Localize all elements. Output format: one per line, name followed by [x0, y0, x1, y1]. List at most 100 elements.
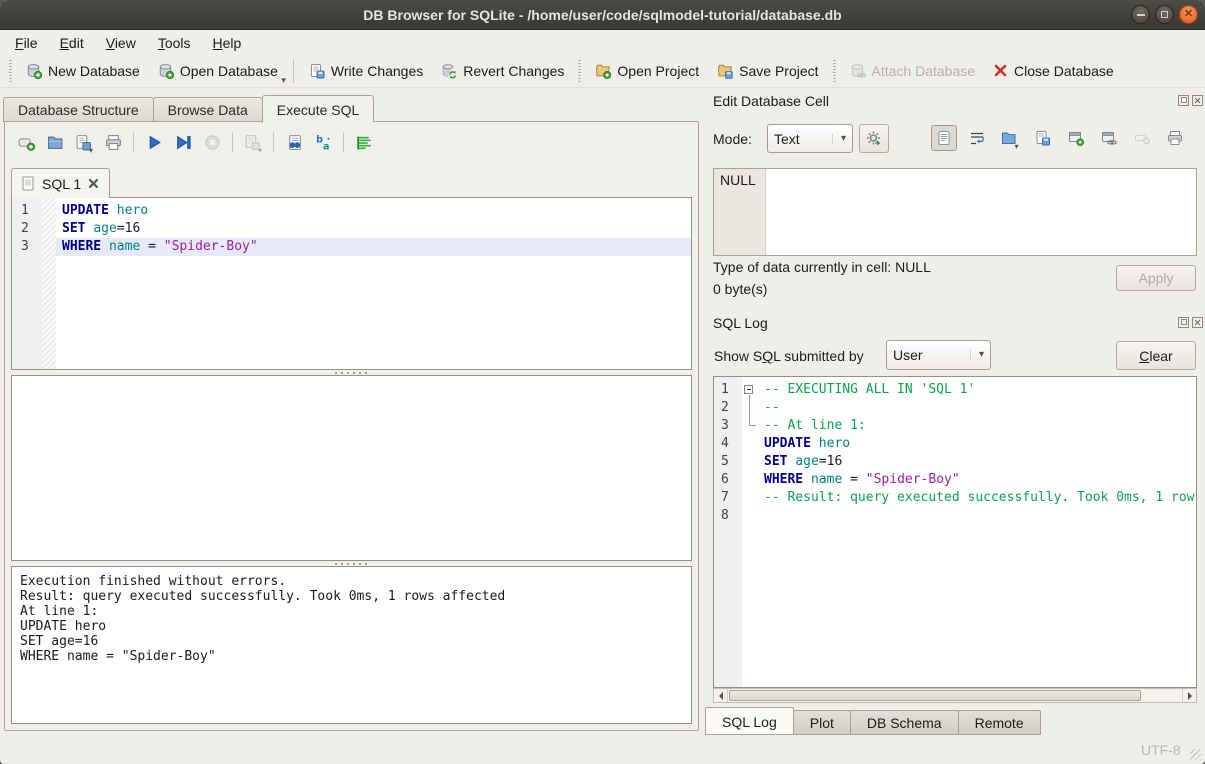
sql-log-dock-title: SQL Log [713, 315, 768, 331]
sql-editor[interactable]: 1UPDATE hero2SET age=163WHERE name = "Sp… [11, 197, 692, 370]
set-null-icon [1134, 130, 1150, 146]
revert-changes-button[interactable]: Revert Changes [432, 58, 573, 84]
chevron-down-icon: ▾ [832, 134, 846, 144]
open-database-label: Open Database [180, 63, 278, 79]
toolbar-handle[interactable] [9, 60, 12, 82]
export-icon [1035, 130, 1051, 146]
save-project-icon [717, 63, 733, 79]
find-icon [286, 134, 303, 151]
link-icon [1101, 130, 1117, 146]
auto-mode-button[interactable] [859, 124, 889, 153]
new-database-button[interactable]: New Database [17, 58, 149, 84]
new-database-icon [26, 63, 42, 79]
menu-file[interactable]: File [4, 33, 49, 53]
scroll-left-arrow-icon[interactable] [714, 689, 728, 702]
edit-cell-dock-title: Edit Database Cell [713, 93, 829, 109]
write-changes-button[interactable]: Write Changes [300, 58, 432, 84]
minimize-button[interactable] [1131, 5, 1150, 24]
sql-log-view[interactable]: 1-- EXECUTING ALL IN 'SQL 1'2--3-- At li… [713, 376, 1197, 688]
tab-plot[interactable]: Plot [793, 710, 851, 735]
print-sql-button[interactable] [100, 129, 126, 155]
execute-line-button[interactable] [170, 129, 196, 155]
find-button[interactable] [281, 129, 307, 155]
close-icon: ✕ [1184, 9, 1193, 20]
format-sql-button[interactable] [351, 129, 377, 155]
scroll-right-arrow-icon[interactable] [1182, 689, 1196, 702]
toolbar-separator [232, 132, 233, 152]
stop-icon [204, 134, 221, 151]
editor-code[interactable]: 1UPDATE hero2SET age=163WHERE name = "Sp… [12, 198, 691, 256]
word-wrap-button[interactable] [964, 125, 990, 151]
open-database-button[interactable]: Open Database ▾ [149, 58, 287, 84]
close-database-icon [993, 63, 1008, 78]
save-project-button[interactable]: Save Project [708, 58, 827, 84]
apply-button: Apply [1116, 265, 1196, 291]
format-sql-icon [356, 134, 373, 151]
cell-value-editor[interactable]: NULL [713, 168, 1197, 256]
scrollbar-thumb[interactable] [729, 690, 1141, 701]
save-sql-file-button[interactable]: ▾ [71, 129, 97, 155]
gear-icon [866, 130, 883, 147]
sql-1-tab[interactable]: SQL 1 [11, 168, 110, 198]
attach-database-label: Attach Database [872, 63, 976, 79]
tab-remote[interactable]: Remote [958, 710, 1041, 735]
mode-select[interactable]: Text ▾ [767, 124, 853, 153]
sql-1-tab-label: SQL 1 [42, 176, 81, 192]
log-filter-label: Show SQL submitted by [714, 348, 864, 364]
open-in-window-icon [1068, 130, 1084, 146]
maximize-icon [1161, 11, 1168, 18]
toolbar-handle[interactable] [578, 60, 581, 82]
encoding-status: UTF-8 [1141, 742, 1181, 758]
clear-log-button[interactable]: Clear [1116, 341, 1196, 370]
tab-db-schema[interactable]: DB Schema [850, 710, 959, 735]
open-database-menu-caret[interactable]: ▾ [281, 75, 286, 86]
find-replace-button[interactable]: ba [310, 129, 336, 155]
save-file-menu-caret[interactable]: ▾ [89, 146, 93, 155]
log-filter-select[interactable]: User ▾ [886, 340, 991, 370]
results-grid[interactable] [11, 375, 692, 561]
menu-tools[interactable]: Tools [147, 33, 202, 53]
export-cell-data-button[interactable] [1030, 125, 1056, 151]
execute-sql-panel: ▾ ▾ ba SQL 1 1UPDATE hero2SET age=163WHE… [4, 121, 699, 731]
titlebar[interactable]: DB Browser for SQLite - /home/user/code/… [0, 0, 1205, 30]
close-sql-tab-icon[interactable] [88, 178, 99, 189]
close-button[interactable]: ✕ [1179, 5, 1198, 24]
float-dock-icon[interactable] [1178, 317, 1189, 328]
float-dock-icon[interactable] [1178, 95, 1189, 106]
import-cell-data-button[interactable]: ▾ [997, 125, 1023, 151]
text-mode-button[interactable] [931, 125, 957, 151]
close-database-button[interactable]: Close Database [984, 58, 1123, 84]
maximize-button[interactable] [1155, 5, 1174, 24]
log-code[interactable]: 1-- EXECUTING ALL IN 'SQL 1'2--3-- At li… [714, 377, 1196, 525]
resize-grip[interactable] [1190, 749, 1201, 760]
open-in-external-button[interactable] [1063, 125, 1089, 151]
open-project-button[interactable]: Open Project [586, 58, 708, 84]
open-project-icon [595, 63, 611, 79]
print-cell-button[interactable] [1162, 125, 1188, 151]
close-dock-icon[interactable] [1192, 317, 1203, 328]
mode-label: Mode: [713, 131, 752, 147]
menu-view[interactable]: View [95, 33, 147, 53]
print-icon [1167, 130, 1183, 146]
menu-help[interactable]: Help [202, 33, 253, 53]
open-sql-file-button[interactable] [42, 129, 68, 155]
execute-all-button[interactable] [141, 129, 167, 155]
import-menu-caret[interactable]: ▾ [1014, 142, 1018, 151]
tab-execute-sql[interactable]: Execute SQL [262, 95, 375, 123]
execute-line-icon [175, 134, 192, 151]
new-tab-icon [18, 134, 35, 151]
close-dock-icon[interactable] [1192, 95, 1203, 106]
menu-edit[interactable]: Edit [49, 33, 95, 53]
open-database-icon [158, 63, 174, 79]
log-horizontal-scrollbar[interactable] [713, 688, 1197, 703]
tab-sql-log[interactable]: SQL Log [705, 707, 794, 735]
tab-database-structure[interactable]: Database Structure [3, 97, 154, 122]
edit-cell-dock-buttons [1178, 95, 1203, 106]
tab-browse-data[interactable]: Browse Data [153, 97, 263, 122]
stop-button [199, 129, 225, 155]
open-url-button[interactable] [1096, 125, 1122, 151]
sql-log-dock-buttons [1178, 317, 1203, 328]
new-sql-tab-button[interactable] [13, 129, 39, 155]
toolbar-handle[interactable] [833, 60, 836, 82]
execution-output[interactable]: Execution finished without errors. Resul… [11, 566, 692, 724]
